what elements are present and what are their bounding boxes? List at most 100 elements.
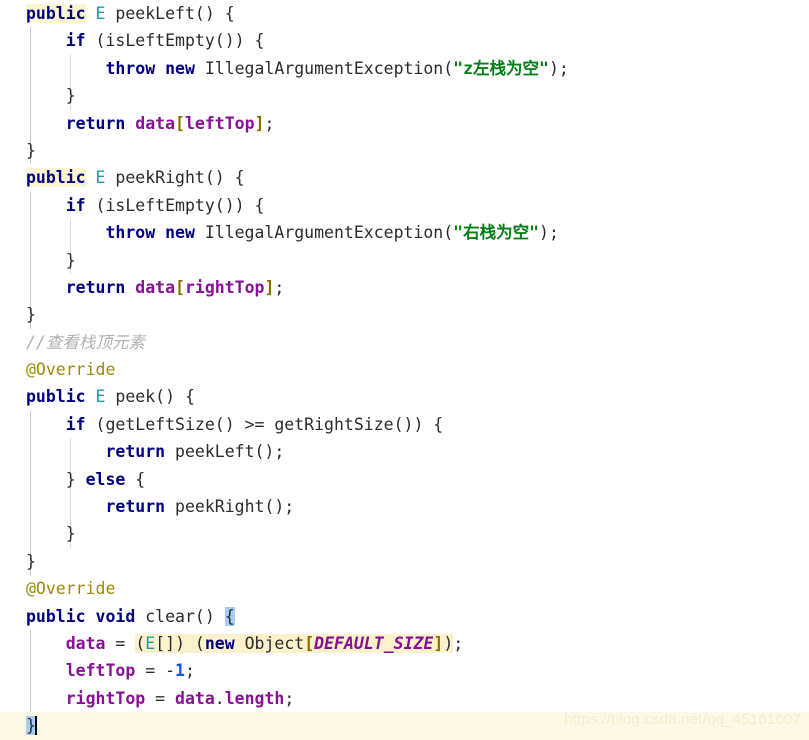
code-token: = xyxy=(145,688,176,708)
code-token: "z左栈为空" xyxy=(453,58,549,78)
code-token: } xyxy=(26,524,76,544)
code-token: ) xyxy=(443,633,454,653)
code-token: //查看栈顶元素 xyxy=(26,332,145,352)
code-token: rightTop xyxy=(65,688,146,708)
code-editor-viewport[interactable]: public E peekLeft() { if (isLeftEmpty())… xyxy=(0,0,809,740)
code-token: if xyxy=(65,31,86,51)
code-token: } xyxy=(26,551,36,571)
code-token: peekRight(); xyxy=(165,497,295,517)
code-token: new xyxy=(204,633,235,653)
code-token: else xyxy=(85,469,126,489)
code-token: return xyxy=(105,442,166,462)
code-token: ) ( xyxy=(175,633,205,653)
code-line[interactable]: if (isLeftEmpty()) { xyxy=(0,27,809,54)
code-line[interactable]: public E peek() { xyxy=(0,383,809,410)
code-token: ( xyxy=(135,633,146,653)
code-line[interactable]: } xyxy=(0,247,809,274)
code-token: ; xyxy=(284,688,295,708)
code-token: length xyxy=(224,688,285,708)
code-token: ] xyxy=(433,633,444,653)
code-line[interactable]: } xyxy=(0,301,809,328)
code-token: data xyxy=(65,633,106,653)
code-token: } xyxy=(26,250,76,270)
code-token: E xyxy=(95,4,106,23)
code-token: peekLeft(); xyxy=(165,442,285,462)
code-line[interactable]: public E peekRight() { xyxy=(0,164,809,191)
code-line[interactable]: return data[leftTop]; xyxy=(0,110,809,137)
code-token: ; xyxy=(274,277,285,297)
code-token: if xyxy=(65,195,86,215)
code-line[interactable]: } xyxy=(0,520,809,547)
code-line[interactable]: throw new IllegalArgumentException("右栈为空… xyxy=(0,219,809,246)
code-token: = - xyxy=(135,661,176,681)
code-token: ] xyxy=(254,113,265,133)
code-token: E xyxy=(95,168,106,188)
code-token: [ xyxy=(175,113,185,133)
csdn-watermark: https://blog.csdn.net/qq_45161607 xyxy=(564,710,801,728)
code-line[interactable]: //查看栈顶元素 xyxy=(0,329,809,356)
code-token: @Override xyxy=(26,579,116,599)
code-line[interactable]: public void clear() { xyxy=(0,603,809,630)
code-token: throw new xyxy=(105,58,195,78)
code-line[interactable]: if (getLeftSize() >= getRightSize()) { xyxy=(0,411,809,438)
code-line[interactable]: } xyxy=(0,82,809,109)
code-token: 1 xyxy=(175,661,185,681)
code-line[interactable]: } else { xyxy=(0,466,809,493)
code-line[interactable]: @Override xyxy=(0,575,809,602)
code-token: = xyxy=(105,633,136,653)
code-line[interactable]: @Override xyxy=(0,356,809,383)
code-line[interactable]: public E peekLeft() { xyxy=(0,0,809,27)
code-line[interactable]: throw new IllegalArgumentException("z左栈为… xyxy=(0,55,809,82)
code-token: data xyxy=(135,113,176,133)
code-line[interactable]: data = (E[]) (new Object[DEFAULT_SIZE]); xyxy=(0,630,809,657)
code-token: "右栈为空" xyxy=(453,223,540,243)
code-token: return xyxy=(65,113,126,133)
code-token: { xyxy=(224,606,235,626)
code-token: Object xyxy=(234,633,305,653)
code-token: [ xyxy=(175,277,185,297)
code-token: } xyxy=(26,305,36,325)
code-token: peekLeft() { xyxy=(105,4,235,23)
code-token: public xyxy=(26,168,86,188)
code-token: E xyxy=(145,633,156,653)
code-line[interactable]: return data[rightTop]; xyxy=(0,274,809,301)
code-line[interactable]: return peekLeft(); xyxy=(0,438,809,465)
code-token: (getLeftSize() >= getRightSize()) { xyxy=(85,414,444,434)
code-token: throw new xyxy=(105,223,195,243)
code-line[interactable]: return peekRight(); xyxy=(0,493,809,520)
code-token: data xyxy=(135,277,176,297)
code-token: clear() xyxy=(135,606,225,626)
code-token: public xyxy=(26,4,86,23)
code-line[interactable]: } xyxy=(0,137,809,164)
code-line[interactable]: if (isLeftEmpty()) { xyxy=(0,192,809,219)
code-token: [ xyxy=(304,633,315,653)
code-line[interactable]: leftTop = -1; xyxy=(0,657,809,684)
code-token: IllegalArgumentException( xyxy=(194,58,454,78)
code-token: { xyxy=(125,469,146,489)
code-token: (isLeftEmpty()) { xyxy=(85,31,265,51)
code-token: peekRight() { xyxy=(105,168,245,188)
text-caret xyxy=(34,716,37,736)
code-line[interactable]: } xyxy=(0,548,809,575)
code-token: } xyxy=(26,86,76,106)
code-token: } xyxy=(26,140,36,160)
code-token: ; xyxy=(453,633,464,653)
code-token: @Override xyxy=(26,360,116,380)
code-text-area[interactable]: public E peekLeft() { if (isLeftEmpty())… xyxy=(0,0,809,740)
code-token: rightTop xyxy=(184,277,265,297)
